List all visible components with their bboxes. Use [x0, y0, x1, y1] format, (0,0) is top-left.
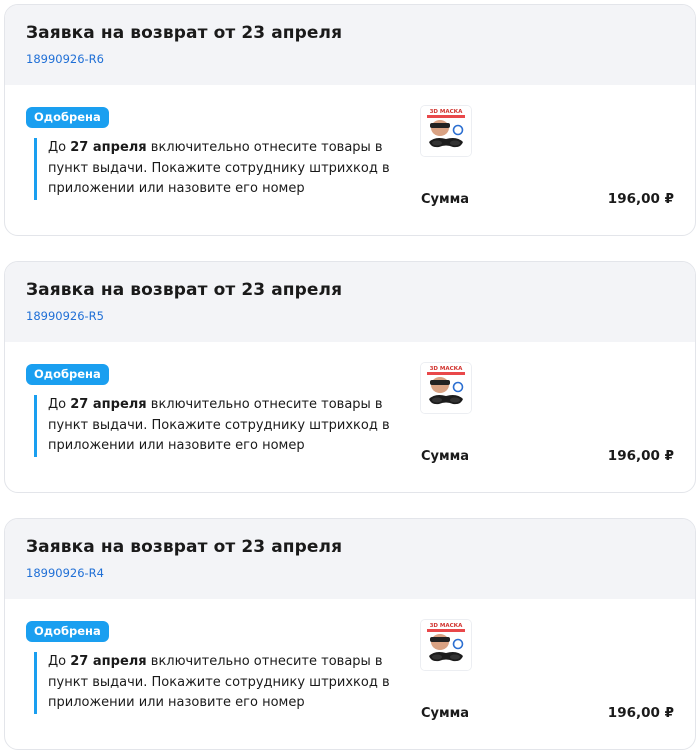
sum-label: Сумма [421, 706, 470, 721]
sum-value: 196,00 ₽ [607, 705, 674, 721]
return-requests-list: Заявка на возврат от 23 апреля 18990926-… [0, 0, 700, 753]
return-request-card[interactable]: Заявка на возврат от 23 апреля 18990926-… [4, 4, 696, 236]
return-instruction: До 27 апреля включительно отнесите товар… [34, 138, 408, 200]
return-request-id[interactable]: 18990926-R5 [26, 309, 695, 323]
return-request-card[interactable]: Заявка на возврат от 23 апреля 18990926-… [4, 518, 696, 750]
card-header: Заявка на возврат от 23 апреля 18990926-… [5, 262, 695, 342]
sleep-mask-product-icon[interactable]: 3D МАСКА [421, 620, 471, 670]
return-instruction: До 27 апреля включительно отнесите товар… [34, 652, 408, 714]
card-body: Одобрена До 27 апреля включительно отнес… [5, 85, 695, 235]
return-request-card[interactable]: Заявка на возврат от 23 апреля 18990926-… [4, 261, 696, 493]
sum-label: Сумма [421, 449, 470, 464]
return-instruction: До 27 апреля включительно отнесите товар… [34, 395, 408, 457]
return-request-title: Заявка на возврат от 23 апреля [26, 537, 343, 557]
instruction-prefix: До [48, 140, 67, 155]
card-header: Заявка на возврат от 23 апреля 18990926-… [5, 519, 695, 599]
deadline-date: 27 апреля [70, 397, 147, 412]
status-badge: Одобрена [26, 364, 109, 385]
sleep-mask-product-icon[interactable]: 3D МАСКА [421, 363, 471, 413]
product-brand-text: 3D МАСКА [430, 109, 464, 115]
card-body: Одобрена До 27 апреля включительно отнес… [5, 342, 695, 492]
sum-value: 196,00 ₽ [607, 448, 674, 464]
deadline-date: 27 апреля [70, 654, 147, 669]
return-request-title: Заявка на возврат от 23 апреля [26, 23, 343, 43]
instruction-prefix: До [48, 397, 67, 412]
deadline-date: 27 апреля [70, 140, 147, 155]
instruction-prefix: До [48, 654, 67, 669]
card-body: Одобрена До 27 апреля включительно отнес… [5, 599, 695, 749]
return-request-id[interactable]: 18990926-R6 [26, 52, 695, 66]
return-request-title: Заявка на возврат от 23 апреля [26, 280, 343, 300]
product-brand-text: 3D МАСКА [430, 623, 464, 629]
status-badge: Одобрена [26, 107, 109, 128]
sum-value: 196,00 ₽ [607, 191, 674, 207]
sleep-mask-product-icon[interactable]: 3D МАСКА [421, 106, 471, 156]
card-header: Заявка на возврат от 23 апреля 18990926-… [5, 5, 695, 85]
product-brand-text: 3D МАСКА [430, 366, 464, 372]
status-badge: Одобрена [26, 621, 109, 642]
return-request-id[interactable]: 18990926-R4 [26, 566, 695, 580]
sum-label: Сумма [421, 192, 470, 207]
